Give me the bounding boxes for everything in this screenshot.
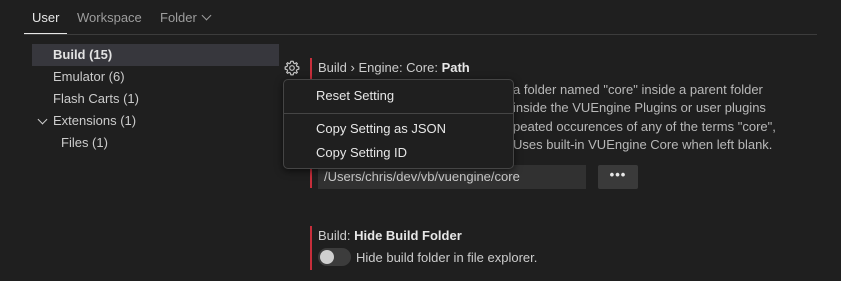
tab-user[interactable]: User: [32, 10, 59, 25]
toc-item-label: Emulator (6): [53, 69, 125, 84]
setting-title-core-path: Build › Engine: Core: Path: [318, 60, 470, 75]
toc-item-files[interactable]: Files (1): [32, 132, 279, 154]
setting-title-name: Path: [441, 60, 470, 75]
toc-item-label: Files (1): [61, 135, 108, 150]
menu-item-copy-json[interactable]: Copy Setting as JSON: [316, 121, 446, 136]
toc-item-label: Flash Carts (1): [53, 91, 139, 106]
tab-folder[interactable]: Folder: [160, 10, 212, 25]
tabs-divider: [24, 34, 817, 35]
hide-build-label: Hide build folder in file explorer.: [356, 250, 538, 265]
setting-title-hide-build: Build: Hide Build Folder: [318, 228, 462, 243]
menu-item-copy-id[interactable]: Copy Setting ID: [316, 145, 407, 160]
hide-build-toggle[interactable]: [318, 248, 351, 266]
gear-icon[interactable]: [283, 59, 301, 77]
more-icon: •••: [609, 167, 627, 182]
toc-item-extensions[interactable]: Extensions (1): [32, 110, 279, 132]
setting-description-line: a folder named "core" inside a parent fo…: [513, 82, 763, 97]
menu-separator: [284, 113, 513, 114]
setting-description-line: inside the VUEngine Plugins or user plug…: [513, 100, 766, 115]
toc-item-flash-carts[interactable]: Flash Carts (1): [32, 88, 279, 110]
chevron-down-icon[interactable]: [37, 114, 48, 125]
browse-button[interactable]: •••: [598, 165, 638, 189]
menu-item-reset-setting[interactable]: Reset Setting: [316, 88, 394, 103]
setting-title-prefix: Build:: [318, 228, 355, 243]
settings-scope-tabs: User Workspace Folder: [0, 0, 841, 35]
toc-item-label: Extensions (1): [53, 113, 137, 128]
setting-context-menu: Reset Setting Copy Setting as JSON Copy …: [283, 79, 514, 169]
toggle-knob: [320, 250, 334, 264]
toc-item-emulator[interactable]: Emulator (6): [32, 66, 279, 88]
setting-title-name: Hide Build Folder: [354, 228, 462, 243]
setting-description-line: Uses built-in VUEngine Core when left bl…: [513, 137, 773, 152]
toc-item-build[interactable]: Build (15): [32, 44, 279, 66]
chevron-down-icon: [201, 10, 212, 21]
tab-folder-label: Folder: [160, 10, 197, 25]
toc-item-label: Build (15): [53, 47, 113, 62]
modified-indicator: [310, 226, 312, 270]
setting-title-prefix: Build › Engine: Core:: [318, 60, 442, 75]
setting-description-line: peated occurences of any of the terms "c…: [513, 119, 776, 134]
tab-workspace[interactable]: Workspace: [77, 10, 142, 25]
